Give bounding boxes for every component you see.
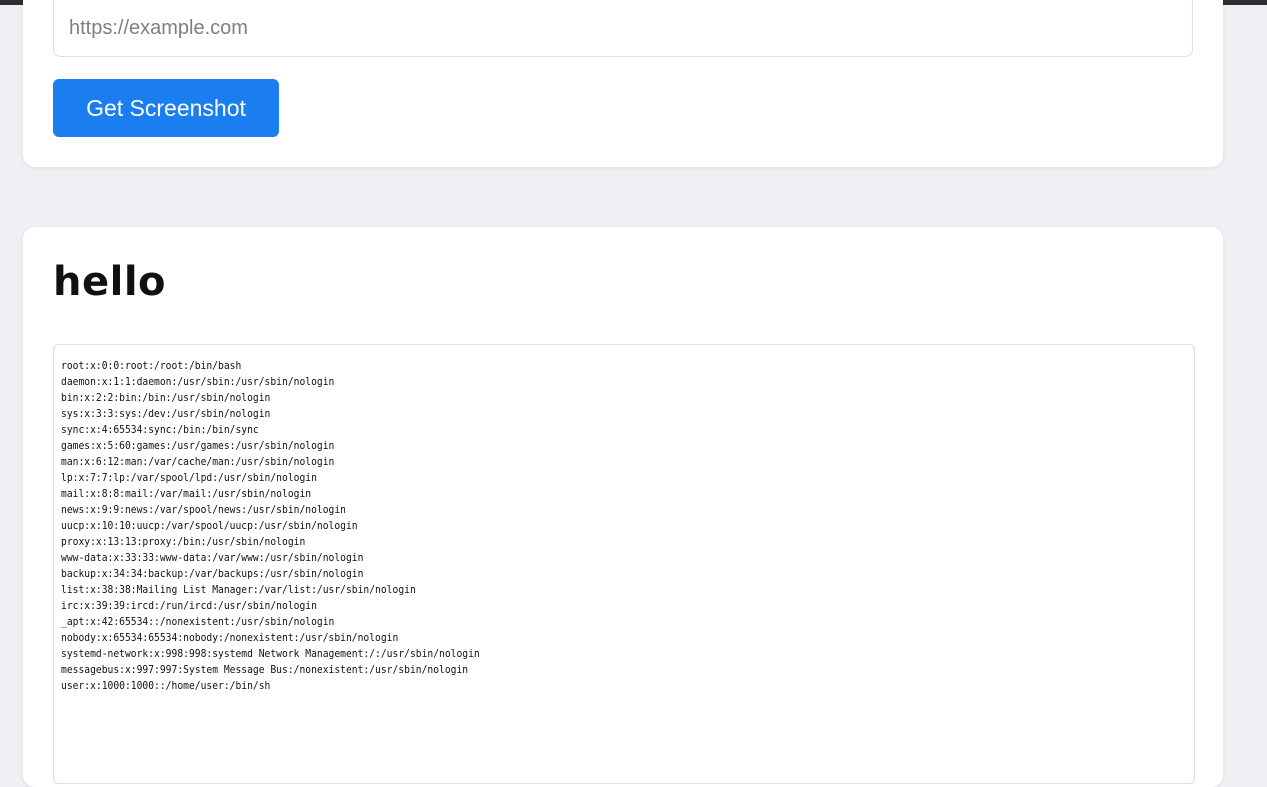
- file-line: news:x:9:9:news:/var/spool/news:/usr/sbi…: [61, 504, 346, 516]
- url-form-card: Get Screenshot: [23, 0, 1223, 167]
- screenshot-frame: root:x:0:0:root:/root:/bin/bash daemon:x:…: [53, 344, 1195, 784]
- url-input[interactable]: [53, 0, 1193, 57]
- file-line: backup:x:34:34:backup:/var/backups:/usr/…: [61, 568, 364, 580]
- file-line: root:x:0:0:root:/root:/bin/bash: [61, 360, 242, 372]
- file-line: messagebus:x:997:997:System Message Bus:…: [61, 664, 469, 676]
- file-line: daemon:x:1:1:daemon:/usr/sbin:/usr/sbin/…: [61, 376, 335, 388]
- file-line: mail:x:8:8:mail:/var/mail:/usr/sbin/nolo…: [61, 488, 312, 500]
- file-line: bin:x:2:2:bin:/bin:/usr/sbin/nologin: [61, 392, 271, 404]
- file-line: man:x:6:12:man:/var/cache/man:/usr/sbin/…: [61, 456, 335, 468]
- file-line: irc:x:39:39:ircd:/run/ircd:/usr/sbin/nol…: [61, 600, 317, 612]
- file-line: sync:x:4:65534:sync:/bin:/bin/sync: [61, 424, 259, 436]
- file-line: systemd-network:x:998:998:systemd Networ…: [61, 648, 480, 660]
- file-line: games:x:5:60:games:/usr/games:/usr/sbin/…: [61, 440, 335, 452]
- file-line: list:x:38:38:Mailing List Manager:/var/l…: [61, 584, 416, 596]
- result-card: hello root:x:0:0:root:/root:/bin/bash dae…: [23, 227, 1223, 787]
- get-screenshot-button[interactable]: Get Screenshot: [53, 79, 279, 137]
- file-line: proxy:x:13:13:proxy:/bin:/usr/sbin/nolog…: [61, 536, 306, 548]
- file-line: nobody:x:65534:65534:nobody:/nonexistent…: [61, 632, 399, 644]
- file-line: user:x:1000:1000::/home/user:/bin/sh: [61, 680, 271, 692]
- result-title: hello: [53, 259, 167, 305]
- file-line: _apt:x:42:65534::/nonexistent:/usr/sbin/…: [61, 616, 335, 628]
- file-line: lp:x:7:7:lp:/var/spool/lpd:/usr/sbin/nol…: [61, 472, 317, 484]
- file-line: sys:x:3:3:sys:/dev:/usr/sbin/nologin: [61, 408, 271, 420]
- file-line: uucp:x:10:10:uucp:/var/spool/uucp:/usr/s…: [61, 520, 358, 532]
- file-content: root:x:0:0:root:/root:/bin/bash daemon:x:…: [61, 358, 480, 694]
- file-line: www-data:x:33:33:www-data:/var/www:/usr/…: [61, 552, 364, 564]
